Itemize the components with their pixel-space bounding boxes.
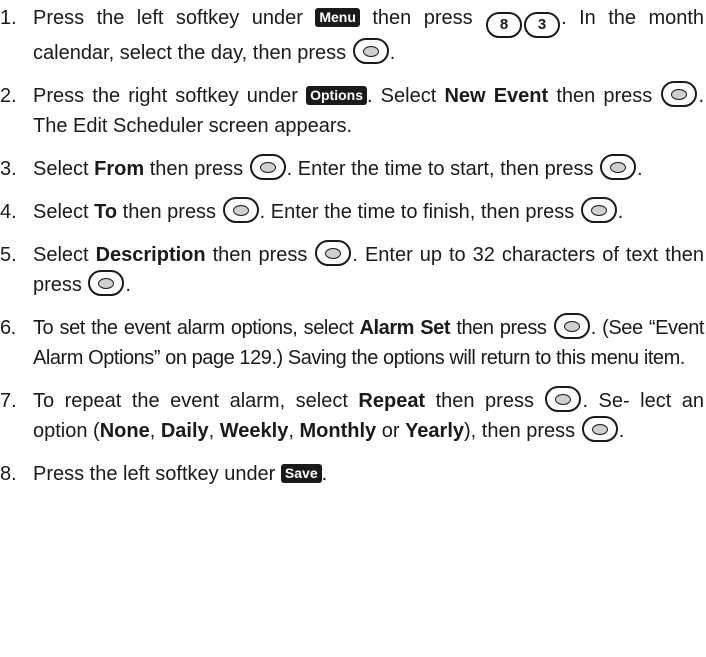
step-text: Press the left softkey under: [33, 7, 303, 29]
step-text: .: [637, 158, 643, 180]
ok-select-key-icon: [580, 197, 617, 223]
ok-select-key-icon: [249, 154, 286, 180]
step-number: 4.: [0, 201, 17, 223]
number-key-3-icon: 3: [524, 12, 561, 38]
step-text: then press: [372, 7, 473, 29]
step-5: 5. Select Description then press . Enter…: [0, 240, 704, 300]
step-text: .: [125, 274, 132, 296]
step-text: or: [381, 420, 400, 442]
step-text: Select: [33, 158, 89, 180]
repeat-option-name: Daily: [160, 420, 209, 442]
save-softkey-icon: Save: [280, 464, 322, 483]
step-text: To repeat the event alarm, select: [33, 390, 348, 412]
repeat-option-name: None: [99, 420, 150, 442]
number-key-8-icon: 8: [486, 12, 523, 38]
step-8: 8. Press the left softkey under Save.: [0, 459, 704, 489]
ok-select-key-icon: [661, 81, 698, 107]
step-text: .: [321, 463, 328, 485]
ok-select-key-icon: [222, 197, 259, 223]
repeat-option-name: Yearly: [405, 420, 465, 442]
step-text: .: [618, 420, 625, 442]
step-text: . Enter the time to start, then press: [286, 158, 594, 180]
separator: ,: [208, 420, 215, 442]
step-text: .: [389, 42, 396, 64]
step-text: then press: [122, 201, 217, 223]
step-4: 4. Select To then press . Enter the time…: [0, 197, 704, 227]
step-number: 1.: [0, 7, 17, 29]
ok-select-key-icon: [553, 313, 590, 339]
step-text: . Enter the time to finish, then press: [259, 201, 575, 223]
step-text: then press: [556, 85, 653, 107]
step-text: ), then press: [464, 420, 576, 442]
ok-select-key-icon: [88, 270, 125, 296]
step-number: 2.: [0, 85, 17, 107]
ok-select-key-icon: [600, 154, 637, 180]
step-text: then press: [456, 317, 547, 339]
step-number: 3.: [0, 158, 17, 180]
step-text: Press the right softkey under: [33, 85, 298, 107]
step-2: 2. Press the right softkey under Options…: [0, 81, 704, 141]
step-3: 3. Select From then press . Enter the ti…: [0, 154, 704, 184]
options-softkey-icon: Options: [306, 86, 367, 105]
menu-option-name: Alarm Set: [359, 317, 451, 339]
step-text: Press the left softkey under: [33, 463, 276, 485]
manual-page: 1. Press the left softkey under Menu the…: [0, 0, 706, 657]
step-text: Select: [33, 244, 89, 266]
step-text: then press: [149, 158, 244, 180]
step-number: 8.: [0, 463, 17, 485]
step-6: 6. To set the event alarm options, selec…: [0, 313, 704, 373]
step-1: 1. Press the left softkey under Menu the…: [0, 3, 704, 68]
instruction-steps: 1. Press the left softkey under Menu the…: [0, 3, 704, 502]
repeat-option-name: Monthly: [299, 420, 377, 442]
menu-option-name: Repeat: [358, 390, 426, 412]
step-text: .: [617, 201, 624, 223]
separator: ,: [288, 420, 294, 442]
step-text: . Select: [366, 85, 437, 107]
ok-select-key-icon: [352, 38, 389, 64]
ok-select-key-icon: [545, 386, 582, 412]
separator: ,: [149, 420, 156, 442]
ok-select-key-icon: [315, 240, 352, 266]
step-text: then press: [212, 244, 308, 266]
repeat-option-name: Weekly: [219, 420, 289, 442]
step-text: To set the event alarm options, select: [33, 317, 354, 339]
step-number: 7.: [0, 390, 17, 412]
step-text: then press: [435, 390, 534, 412]
ok-select-key-icon: [581, 416, 618, 442]
menu-option-name: New Event: [444, 85, 549, 107]
menu-option-name: From: [94, 158, 145, 180]
step-text: Select: [33, 201, 89, 223]
menu-option-name: Description: [95, 244, 206, 266]
step-7: 7. To repeat the event alarm, select Rep…: [0, 386, 704, 446]
step-number: 5.: [0, 244, 17, 266]
step-number: 6.: [0, 317, 16, 339]
menu-softkey-icon: Menu: [315, 8, 360, 27]
menu-option-name: To: [94, 201, 118, 223]
